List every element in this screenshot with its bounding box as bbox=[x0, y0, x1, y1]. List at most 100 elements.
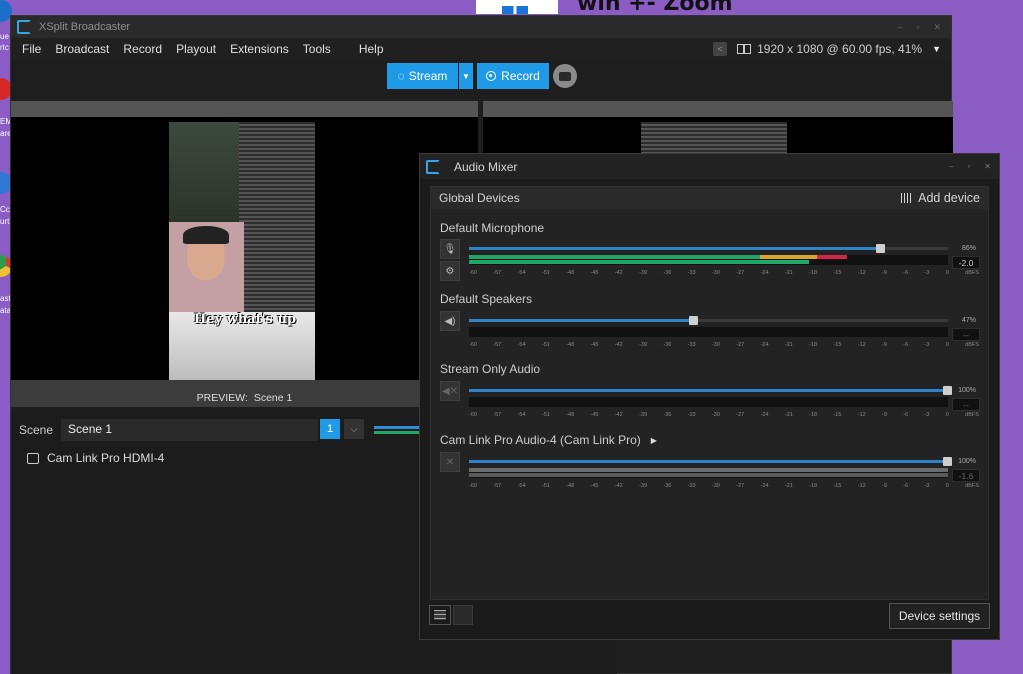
db-scale-tick: -9 bbox=[882, 270, 887, 276]
db-scale-tick: -45 bbox=[590, 483, 599, 489]
db-scale-tick: -42 bbox=[614, 483, 623, 489]
mixer-maximize-button[interactable]: ▫ bbox=[967, 162, 970, 171]
mixer-close-button[interactable]: ✕ bbox=[984, 162, 991, 171]
db-scale-tick: -9 bbox=[882, 342, 887, 348]
add-device-icon bbox=[901, 193, 914, 203]
db-scale-tick: -15 bbox=[833, 270, 842, 276]
device-settings-button[interactable]: Device settings bbox=[889, 603, 990, 629]
volume-slider-thumb[interactable] bbox=[875, 244, 885, 253]
close-button[interactable]: ✕ bbox=[933, 22, 941, 33]
scene-level-bar bbox=[374, 431, 422, 434]
menu-playout[interactable]: Playout bbox=[169, 42, 223, 56]
list-view-icon[interactable] bbox=[429, 605, 451, 625]
db-scale-tick: -45 bbox=[590, 412, 599, 418]
gear-icon[interactable]: ⚙ bbox=[440, 261, 460, 281]
mixer-minimize-button[interactable]: – bbox=[949, 162, 953, 171]
db-scale-tick: -36 bbox=[663, 342, 672, 348]
speaker-icon[interactable]: ◀) bbox=[440, 311, 460, 331]
db-scale-tick: -48 bbox=[566, 412, 575, 418]
expand-arrow-icon[interactable]: ▶ bbox=[651, 436, 657, 445]
screenshot-button[interactable] bbox=[553, 64, 577, 88]
menu-file[interactable]: File bbox=[15, 42, 48, 56]
db-scale-tick: -33 bbox=[687, 412, 696, 418]
volume-slider[interactable] bbox=[469, 386, 952, 395]
menu-extensions[interactable]: Extensions bbox=[223, 42, 296, 56]
volume-percent: 86% bbox=[961, 245, 976, 252]
db-scale-tick: -6 bbox=[903, 483, 909, 489]
db-scale-tick: -39 bbox=[639, 270, 648, 276]
preview-canvas[interactable]: Hey what's up bbox=[11, 117, 478, 380]
db-scale-tick: -6 bbox=[903, 342, 909, 348]
level-meter bbox=[469, 468, 948, 478]
db-scale-tick: -33 bbox=[687, 342, 696, 348]
volume-slider-thumb[interactable] bbox=[943, 386, 952, 395]
windows-logo-icon bbox=[476, 0, 558, 14]
db-scale-tick: -9 bbox=[882, 483, 887, 489]
level-meter bbox=[469, 255, 948, 265]
device-name: Default Speakers bbox=[440, 292, 533, 306]
db-scale-tick: -3 bbox=[924, 483, 930, 489]
scene-dropdown-button[interactable]: ⌵ bbox=[344, 419, 364, 439]
scene-name-input[interactable]: Scene 1 bbox=[61, 419, 319, 441]
microphone-icon[interactable]: 🎙 bbox=[440, 239, 460, 259]
grid-view-icon[interactable] bbox=[453, 605, 473, 625]
record-icon bbox=[486, 71, 497, 81]
scene-number-button[interactable]: 1 bbox=[320, 419, 340, 439]
db-scale-tick: -18 bbox=[809, 342, 818, 348]
device-stream-only-audio: Stream Only Audio ◀✕ 100% -- -60 -57 -54 -5… bbox=[431, 362, 990, 424]
db-scale-tick: -24 bbox=[760, 270, 769, 276]
db-scale-tick: -36 bbox=[663, 483, 672, 489]
db-scale-tick: -42 bbox=[614, 342, 623, 348]
menu-bar: File Broadcast Record Playout Extensions… bbox=[11, 38, 951, 60]
menu-help[interactable]: Help bbox=[352, 42, 391, 56]
menu-tools[interactable]: Tools bbox=[296, 42, 338, 56]
menu-broadcast[interactable]: Broadcast bbox=[48, 42, 116, 56]
minimize-button[interactable]: – bbox=[897, 22, 902, 33]
volume-slider[interactable] bbox=[469, 244, 948, 253]
db-scale-tick: -48 bbox=[566, 270, 575, 276]
device-cam-link-pro-audio: Cam Link Pro Audio-4 (Cam Link Pro) ▶ ✕ … bbox=[431, 433, 990, 495]
menu-record[interactable]: Record bbox=[116, 42, 169, 56]
stream-dropdown-button[interactable]: ▼ bbox=[459, 63, 473, 89]
device-name[interactable]: Cam Link Pro Audio-4 (Cam Link Pro) ▶ bbox=[440, 433, 657, 447]
db-scale-tick: -60 bbox=[469, 483, 477, 489]
db-scale-tick: -3 bbox=[924, 342, 930, 348]
record-label: Record bbox=[501, 69, 540, 83]
db-scale-tick: -21 bbox=[784, 342, 793, 348]
mixer-title-bar[interactable]: Audio Mixer – ▫ ✕ bbox=[420, 154, 999, 179]
db-scale-tick: -24 bbox=[760, 342, 769, 348]
layout-icon bbox=[737, 44, 752, 54]
volume-slider[interactable] bbox=[469, 316, 948, 325]
resolution-label: 1920 x 1080 @ 60.00 fps, 41% bbox=[757, 42, 923, 56]
db-scale-tick: -12 bbox=[857, 342, 866, 348]
volume-slider-thumb[interactable] bbox=[689, 316, 699, 325]
db-scale-tick: -12 bbox=[857, 270, 866, 276]
source-list-item[interactable]: Cam Link Pro HDMI-4 bbox=[27, 451, 164, 465]
source-name: Cam Link Pro HDMI-4 bbox=[47, 451, 165, 465]
maximize-button[interactable]: ▫ bbox=[916, 22, 919, 33]
level-db-readout: -- bbox=[952, 328, 980, 341]
volume-slider[interactable] bbox=[469, 457, 952, 466]
speaker-muted-icon[interactable]: ◀✕ bbox=[440, 381, 460, 401]
record-button[interactable]: Record bbox=[477, 63, 549, 89]
volume-percent: 100% bbox=[958, 458, 976, 465]
db-scale-tick: -27 bbox=[736, 412, 745, 418]
resolution-dropdown-icon[interactable]: ▼ bbox=[932, 44, 941, 54]
camera-icon bbox=[559, 71, 571, 81]
share-icon[interactable]: < bbox=[713, 42, 728, 56]
db-scale-tick: -36 bbox=[663, 270, 672, 276]
db-scale-tick: -54 bbox=[517, 342, 526, 348]
volume-slider-thumb[interactable] bbox=[943, 457, 952, 466]
db-scale-tick: -21 bbox=[784, 483, 793, 489]
db-scale-tick: -15 bbox=[833, 483, 842, 489]
capture-device-icon bbox=[27, 452, 39, 464]
title-bar[interactable]: XSplit Broadcaster – ▫ ✕ bbox=[11, 16, 951, 38]
volume-percent: 47% bbox=[961, 317, 976, 324]
db-scale-tick: -27 bbox=[736, 342, 745, 348]
microphone-muted-icon[interactable]: ✕ bbox=[440, 452, 460, 472]
db-scale-tick: -12 bbox=[857, 483, 866, 489]
resolution-selector[interactable]: 1920 x 1080 @ 60.00 fps, 41% bbox=[737, 42, 922, 56]
add-device-button[interactable]: Add device bbox=[901, 191, 980, 205]
db-scale-tick: -54 bbox=[517, 270, 526, 276]
stream-button[interactable]: ◌ Stream bbox=[387, 63, 458, 89]
